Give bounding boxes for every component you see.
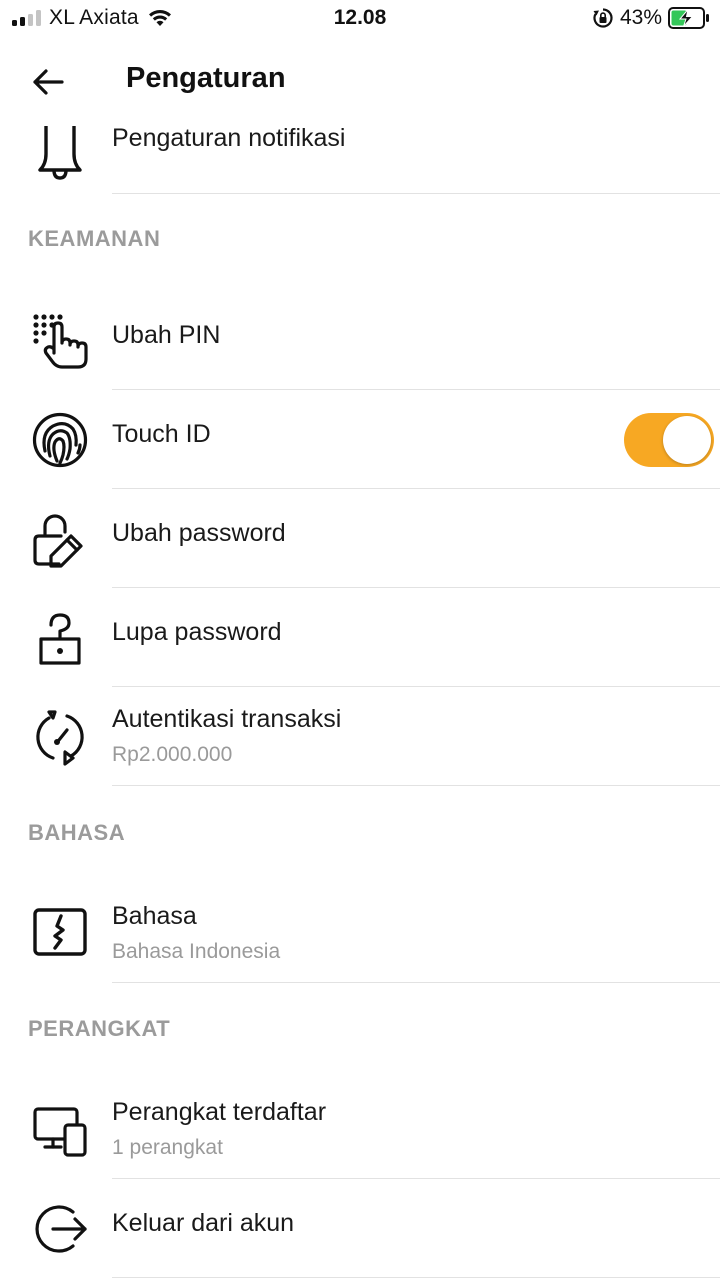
orientation-lock-icon bbox=[593, 8, 613, 28]
divider bbox=[112, 488, 720, 489]
question-lock-icon bbox=[28, 606, 92, 670]
settings-item-transaction-auth[interactable]: Autentikasi transaksi Rp2.000.000 bbox=[0, 688, 720, 786]
settings-item-label: Ubah PIN bbox=[112, 321, 221, 349]
settings-item-label: Ubah password bbox=[112, 519, 286, 547]
arrow-left-icon bbox=[33, 69, 64, 95]
divider bbox=[112, 587, 720, 588]
settings-item-value: 1 perangkat bbox=[112, 1136, 223, 1159]
battery-percentage: 43% bbox=[619, 6, 662, 29]
edit-lock-icon bbox=[28, 507, 92, 571]
settings-item-registered-devices[interactable]: Perangkat terdaftar 1 perangkat bbox=[0, 1081, 720, 1179]
settings-item-language[interactable]: Bahasa Bahasa Indonesia bbox=[0, 885, 720, 983]
language-icon bbox=[28, 900, 92, 964]
settings-item-value: Rp2.000.000 bbox=[112, 743, 233, 766]
settings-item-label: Lupa password bbox=[112, 618, 282, 646]
devices-icon bbox=[28, 1098, 92, 1162]
back-button[interactable] bbox=[22, 58, 74, 106]
logout-icon bbox=[28, 1197, 92, 1261]
touch-id-toggle[interactable] bbox=[624, 413, 714, 467]
divider bbox=[112, 193, 720, 194]
page-title: Pengaturan bbox=[126, 62, 286, 94]
divider bbox=[112, 389, 720, 390]
divider bbox=[112, 1178, 720, 1179]
settings-item-notifications[interactable]: Pengaturan notifikasi bbox=[0, 116, 720, 194]
settings-item-label: Touch ID bbox=[112, 420, 211, 448]
divider bbox=[112, 686, 720, 687]
settings-item-logout[interactable]: Keluar dari akun bbox=[0, 1180, 720, 1278]
divider bbox=[112, 785, 720, 786]
pin-keypad-icon bbox=[28, 309, 92, 373]
settings-item-label: Pengaturan notifikasi bbox=[112, 124, 346, 152]
settings-item-forgot-password[interactable]: Lupa password bbox=[0, 589, 720, 687]
section-header-devices: PERANGKAT bbox=[28, 1016, 171, 1041]
bell-icon bbox=[28, 122, 92, 182]
settings-item-change-password[interactable]: Ubah password bbox=[0, 490, 720, 588]
settings-item-label: Keluar dari akun bbox=[112, 1209, 295, 1237]
section-header-security: KEAMANAN bbox=[28, 226, 161, 251]
status-bar: XL Axiata 12.08 43% bbox=[0, 0, 720, 36]
settings-item-label: Bahasa bbox=[112, 902, 197, 930]
divider bbox=[112, 1277, 720, 1278]
section-header-language: BAHASA bbox=[28, 820, 126, 845]
battery-charging-icon bbox=[668, 7, 709, 29]
app-header: Pengaturan bbox=[0, 44, 720, 116]
toggle-knob bbox=[663, 416, 711, 464]
settings-item-change-pin[interactable]: Ubah PIN bbox=[0, 292, 720, 390]
settings-item-value: Bahasa Indonesia bbox=[112, 940, 281, 963]
settings-item-touch-id: Touch ID bbox=[0, 391, 720, 489]
fingerprint-icon bbox=[28, 408, 92, 472]
settings-item-label: Perangkat terdaftar bbox=[112, 1098, 327, 1126]
settings-item-label: Autentikasi transaksi bbox=[112, 705, 342, 733]
divider bbox=[112, 982, 720, 983]
auth-cycle-icon bbox=[28, 705, 92, 769]
